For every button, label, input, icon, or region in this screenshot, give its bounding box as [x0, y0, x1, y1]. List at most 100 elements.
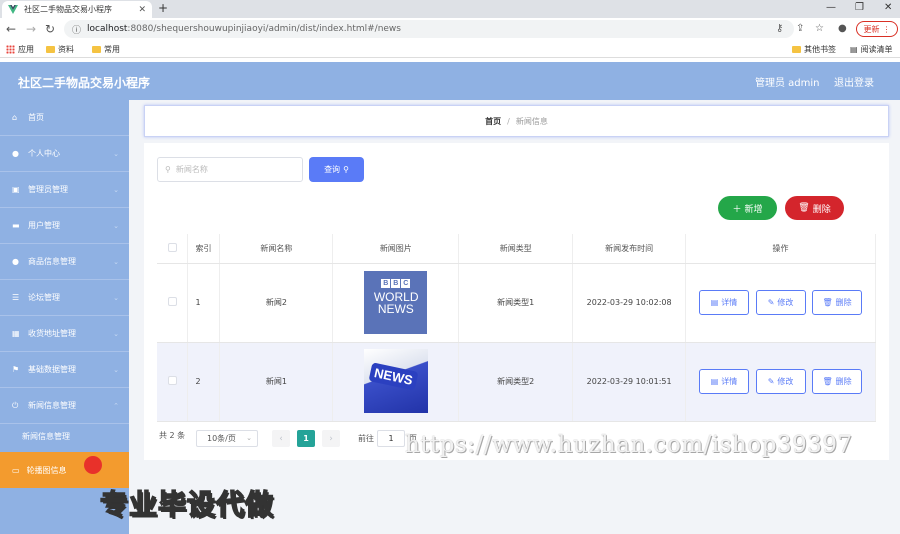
detail-button[interactable]: ▤ 详情: [699, 369, 749, 394]
breadcrumb-home[interactable]: 首页: [485, 116, 501, 127]
column-header: 索引: [187, 234, 221, 264]
breadcrumb: 首页 / 新闻信息: [144, 105, 889, 137]
bookmark-folder-other[interactable]: 其他书签: [792, 44, 836, 55]
restore-icon[interactable]: ❐: [855, 2, 864, 13]
sidebar-subitem-news[interactable]: 新闻信息管理: [0, 420, 129, 452]
profile-icon[interactable]: ●: [838, 23, 847, 34]
bookmark-folder[interactable]: 资料: [46, 44, 74, 55]
trash-icon: 🗑: [822, 377, 833, 386]
browser-tab-title: 社区二手物品交易小程序: [24, 5, 112, 14]
news-name-cell: 新闻1: [219, 342, 334, 422]
forward-icon[interactable]: →: [26, 22, 36, 36]
address-bar-row: ← → ↻ ⓘ localhost:8080/shequershouwupinj…: [0, 18, 900, 40]
sidebar-item-basic-data[interactable]: ⚑ 基础数据管理 ⌄: [0, 352, 129, 388]
plus-icon: ＋: [732, 204, 742, 215]
edit-button[interactable]: ✎ 修改: [755, 369, 806, 394]
sidebar-item-label: 首页: [28, 113, 44, 122]
detail-button[interactable]: ▤ 详情: [699, 290, 749, 315]
reading-list[interactable]: ▤ 阅读清单: [850, 44, 893, 55]
search-button[interactable]: 查询 ⚲: [309, 157, 364, 182]
key-icon[interactable]: ⚷: [776, 23, 783, 34]
search-icon: ⚲: [165, 165, 171, 174]
window-close-icon[interactable]: ✕: [884, 2, 892, 13]
new-tab-icon[interactable]: +: [158, 1, 168, 15]
row-checkbox[interactable]: [167, 297, 177, 306]
bookmark-folder[interactable]: 常用: [92, 44, 120, 55]
reload-icon[interactable]: ↻: [45, 22, 55, 36]
grid-icon: ▦: [12, 329, 20, 338]
row-actions-cell: ▤ 详情 ✎ 修改 🗑 删除: [685, 263, 876, 343]
column-header: 新闻图片: [332, 234, 460, 264]
page-size-select[interactable]: 10条/页 ⌄: [196, 430, 258, 447]
bbc-logo-letter: B: [391, 279, 401, 288]
briefcase-icon: ▣: [12, 185, 20, 194]
prev-page-button[interactable]: ‹: [272, 430, 290, 447]
page-number-current[interactable]: 1: [297, 430, 315, 447]
news-type-cell: 新闻类型2: [458, 342, 574, 422]
bookmark-apps[interactable]: 应用: [6, 44, 34, 55]
goto-page-input[interactable]: 1: [377, 430, 405, 447]
minimize-icon[interactable]: —: [826, 2, 836, 13]
info-icon[interactable]: ⓘ: [72, 23, 81, 36]
detail-label: 详情: [721, 298, 738, 307]
index-cell: 1: [187, 263, 221, 343]
share-icon[interactable]: ⇪: [796, 23, 804, 34]
list-icon: ☰: [12, 293, 20, 302]
sidebar-item-admin-management[interactable]: ▣ 管理员管理 ⌄: [0, 172, 129, 208]
row-delete-button[interactable]: 🗑 删除: [812, 290, 863, 315]
select-all-checkbox[interactable]: [167, 242, 177, 252]
search-placeholder: 新闻名称: [175, 165, 208, 174]
browser-tab[interactable]: 社区二手物品交易小程序 ✕: [2, 1, 152, 18]
folder-icon: [92, 46, 101, 53]
star-icon[interactable]: ☆: [815, 23, 824, 34]
row-checkbox[interactable]: [167, 376, 177, 385]
edit-label: 修改: [777, 298, 794, 307]
row-actions-cell: ▤ 详情 ✎ 修改 🗑 删除: [685, 342, 876, 422]
sidebar-item-forum-management[interactable]: ☰ 论坛管理 ⌄: [0, 280, 129, 316]
user-icon: ●: [12, 257, 19, 266]
batch-delete-button[interactable]: 🗑 删除: [785, 196, 844, 220]
browser-tab-bar: 社区二手物品交易小程序 ✕ + — ❐ ✕: [0, 0, 900, 18]
sidebar-item-label: 个人中心: [28, 149, 60, 158]
sidebar-item-address-management[interactable]: ▦ 收货地址管理 ⌄: [0, 316, 129, 352]
sidebar-item-label: 用户管理: [28, 221, 60, 230]
news-name-cell: 新闻2: [219, 263, 334, 343]
add-button[interactable]: ＋ 新增: [718, 196, 777, 220]
news-image-cell: NEWS: [332, 342, 460, 422]
breadcrumb-current: 新闻信息: [515, 116, 548, 126]
sidebar-item-goods-management[interactable]: ● 商品信息管理 ⌄: [0, 244, 129, 280]
sidebar-item-news-management[interactable]: ⏻ 新闻信息管理 ⌃: [0, 388, 129, 424]
close-tab-icon[interactable]: ✕: [138, 5, 146, 15]
detail-label: 详情: [721, 377, 738, 386]
search-input[interactable]: ⚲ 新闻名称: [157, 157, 303, 182]
chevron-down-icon: ⌄: [113, 330, 119, 338]
edit-label: 修改: [777, 377, 794, 386]
sidebar-item-home[interactable]: ⌂ 首页: [0, 100, 129, 136]
back-icon[interactable]: ←: [6, 22, 16, 36]
power-icon: ⏻: [12, 401, 19, 410]
chevron-down-icon: ⌄: [246, 434, 252, 442]
row-select-cell: [157, 263, 189, 343]
row-delete-button[interactable]: 🗑 删除: [812, 369, 863, 394]
url-field[interactable]: ⓘ localhost:8080/shequershouwupinjiaoyi/…: [64, 20, 794, 38]
breadcrumb-separator: /: [507, 116, 510, 126]
edit-button[interactable]: ✎ 修改: [755, 290, 806, 315]
chevron-down-icon: ⌄: [113, 222, 119, 230]
sidebar-item-user-management[interactable]: ▬ 用户管理 ⌄: [0, 208, 129, 244]
more-menu-icon: ⋮: [882, 24, 891, 34]
bookmark-label: 阅读清单: [860, 45, 893, 54]
news-table: 索引 新闻名称 新闻图片 新闻类型 新闻发布时间 操作 1 新闻2 BBC WO…: [157, 234, 876, 422]
logout-link[interactable]: 退出登录: [834, 74, 874, 89]
bbc-logo-letter: B: [381, 279, 391, 288]
search-icon: ⚲: [343, 165, 349, 174]
sidebar-item-personal-center[interactable]: ● 个人中心 ⌄: [0, 136, 129, 172]
next-page-button[interactable]: ›: [322, 430, 340, 447]
admin-label: 管理员 admin: [755, 78, 820, 89]
sidebar-item-label: 轮播图信息: [26, 465, 67, 475]
news-key-image: NEWS: [363, 348, 428, 413]
update-button[interactable]: 更新 ⋮: [856, 21, 898, 37]
bookmark-label: 其他书签: [804, 45, 836, 54]
url-host: localhost: [87, 24, 128, 34]
chevron-left-icon: ‹: [279, 433, 283, 444]
url-path: :8080/shequershouwupinjiaoyi/admin/dist/…: [127, 24, 401, 34]
